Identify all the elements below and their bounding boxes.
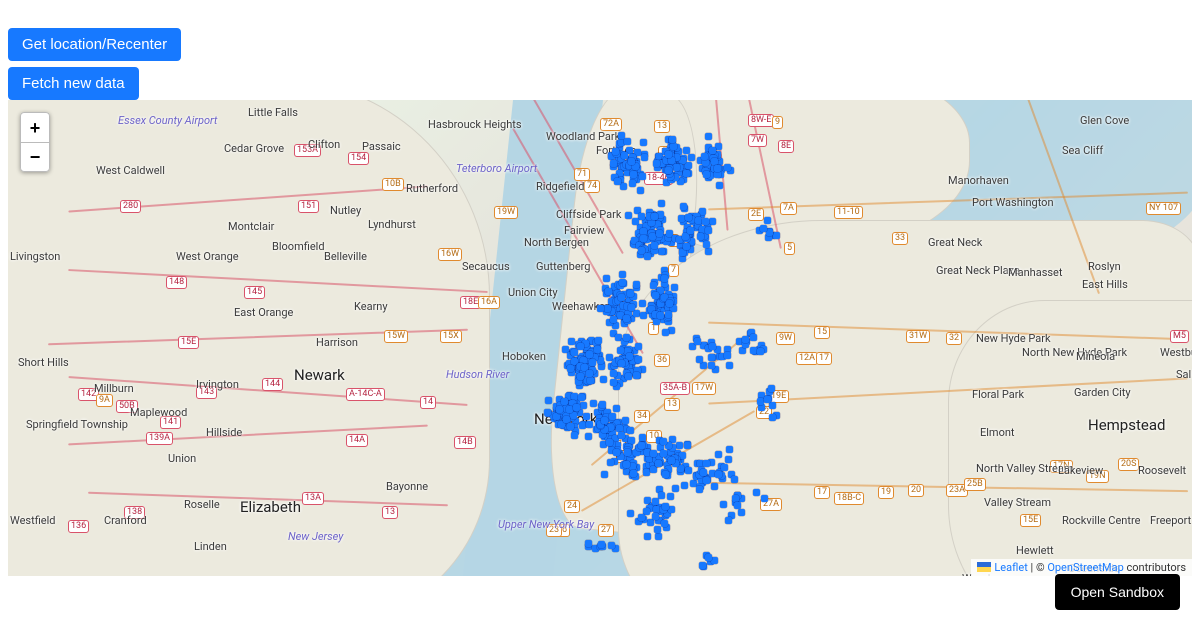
leaflet-link[interactable]: Leaflet <box>994 561 1027 574</box>
osm-link[interactable]: OpenStreetMap <box>1047 561 1123 574</box>
attribution-sep: | © <box>1028 561 1048 574</box>
fetch-data-button[interactable]: Fetch new data <box>8 67 139 100</box>
zoom-in-button[interactable]: + <box>20 112 50 142</box>
attribution-suffix: contributors <box>1124 561 1186 574</box>
zoom-out-button[interactable]: − <box>20 142 50 172</box>
ukraine-flag-icon <box>977 562 991 572</box>
recenter-button[interactable]: Get location/Recenter <box>8 28 181 61</box>
open-sandbox-button[interactable]: Open Sandbox <box>1055 574 1180 610</box>
land-long-island <box>948 300 1192 576</box>
map[interactable]: 280153A15472A138W-E915110B71128E7W18-467… <box>8 100 1192 576</box>
zoom-control: + − <box>20 112 50 172</box>
